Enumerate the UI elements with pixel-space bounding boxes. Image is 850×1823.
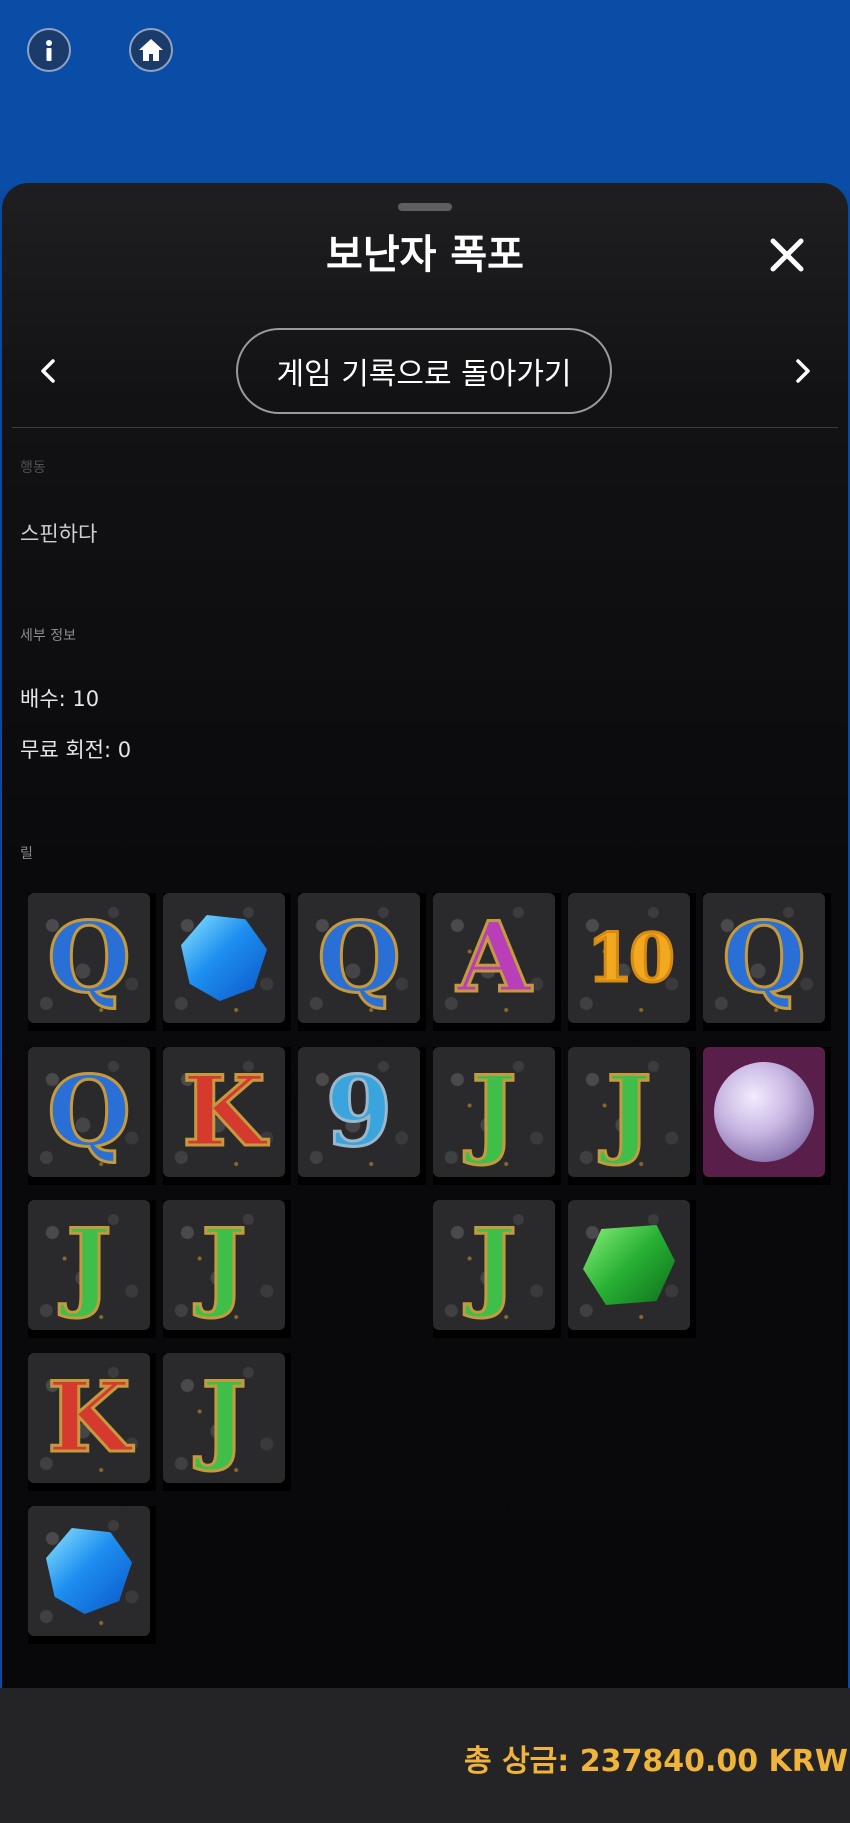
reel-symbol: J [28, 1200, 156, 1338]
symbol-letter: J [200, 1361, 248, 1474]
action-label: 행동 [20, 460, 46, 476]
multiplier-value: 배수: 10 [20, 687, 100, 711]
symbol-letter: J [470, 1208, 518, 1321]
symbol-j: J [433, 1200, 555, 1330]
symbol-j: J [28, 1200, 150, 1330]
history-sheet: 보난자 폭포 게임 기록으로 돌아가기 행동 스핀하다 세부 정보 배수: 10… [2, 183, 848, 1823]
symbol-letter: 10 [586, 919, 677, 997]
reel-symbol: J [163, 1353, 291, 1491]
details-label: 세부 정보 [20, 628, 76, 644]
symbol-letter: J [470, 1055, 518, 1168]
reel-symbol [28, 1506, 156, 1644]
info-icon[interactable] [27, 28, 71, 72]
reel-symbol: J [568, 1047, 696, 1185]
symbol-letter: Q [721, 901, 808, 1014]
chevron-left-icon[interactable] [29, 351, 69, 391]
top-bar [0, 0, 850, 190]
symbol-green-gem [568, 1200, 690, 1330]
reel-symbol: Q [28, 1047, 156, 1185]
symbol-letter: Q [46, 1055, 133, 1168]
symbol-q: Q [703, 893, 825, 1023]
chevron-right-icon[interactable] [782, 351, 822, 391]
action-value: 스핀하다 [20, 522, 98, 546]
reel-symbol [163, 893, 291, 1031]
reel-symbol [703, 1047, 831, 1185]
symbol-diamond [703, 1047, 825, 1177]
symbol-j: J [568, 1047, 690, 1177]
reel-symbol: Q [703, 893, 831, 1031]
symbol-blue-gem [163, 893, 285, 1023]
symbol-k: K [163, 1047, 285, 1177]
symbol-k: K [28, 1353, 150, 1483]
symbol-letter: K [181, 1055, 267, 1168]
diamond-icon [714, 1062, 814, 1162]
symbol-q: Q [28, 1047, 150, 1177]
reel-symbol: J [163, 1200, 291, 1338]
home-icon[interactable] [129, 28, 173, 72]
drag-handle[interactable] [398, 203, 452, 211]
reel-symbol: A [433, 893, 561, 1031]
symbol-letter: A [455, 901, 533, 1014]
symbol-a: A [433, 893, 555, 1023]
reel-symbol: J [433, 1200, 561, 1338]
symbol-q: Q [28, 893, 150, 1023]
symbol-letter: J [65, 1208, 113, 1321]
blue-gem-icon [181, 915, 267, 1001]
symbol-q: Q [298, 893, 420, 1023]
reel-symbol: K [28, 1353, 156, 1491]
blue-gem-icon [46, 1528, 132, 1614]
total-win: 총 상금: 237840.00 KRW [464, 1744, 848, 1779]
close-icon[interactable] [765, 233, 809, 277]
divider [12, 427, 838, 428]
green-gem-icon [583, 1225, 675, 1305]
symbol-letter: J [200, 1208, 248, 1321]
symbol-blue-gem [28, 1506, 150, 1636]
symbol-j: J [163, 1353, 285, 1483]
back-to-history-button[interactable]: 게임 기록으로 돌아가기 [236, 328, 612, 414]
symbol-letter: Q [316, 901, 403, 1014]
free-spins-value: 무료 회전: 0 [20, 738, 132, 762]
reel-symbol: J [433, 1047, 561, 1185]
reel-symbol: 10 [568, 893, 696, 1031]
reel-symbol [568, 1200, 696, 1338]
symbol-letter: Q [46, 901, 133, 1014]
symbol-10: 10 [568, 893, 690, 1023]
symbol-j: J [433, 1047, 555, 1177]
symbol-letter: J [605, 1055, 653, 1168]
reels-label: 릴 [20, 846, 33, 862]
reel-symbol: Q [298, 893, 426, 1031]
page-title: 보난자 폭포 [326, 232, 524, 278]
reel-symbol: Q [28, 893, 156, 1031]
symbol-letter: 9 [324, 1055, 394, 1168]
reel-symbol: 9 [298, 1047, 426, 1185]
reel-symbol: K [163, 1047, 291, 1185]
symbol-9: 9 [298, 1047, 420, 1177]
symbol-letter: K [46, 1361, 132, 1474]
symbol-j: J [163, 1200, 285, 1330]
